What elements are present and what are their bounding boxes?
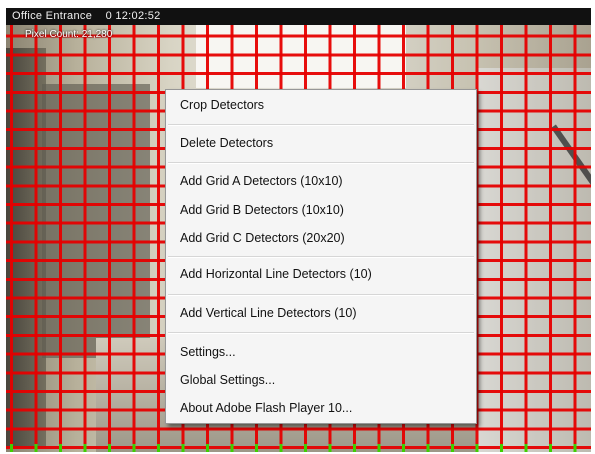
menu-item-global-settings[interactable]: Global Settings... — [180, 371, 275, 389]
camera-name: Office Entrance — [12, 10, 93, 22]
menu-item-add-vertical-lines[interactable]: Add Vertical Line Detectors (10) — [180, 304, 356, 322]
menu-item-settings[interactable]: Settings... — [180, 343, 236, 361]
menu-separator — [168, 256, 474, 258]
camera-title: Office Entrance 0 12:02:52 — [12, 10, 161, 22]
menu-item-add-horizontal-lines[interactable]: Add Horizontal Line Detectors (10) — [180, 265, 372, 283]
menu-item-delete-detectors[interactable]: Delete Detectors — [180, 134, 273, 152]
menu-separator — [168, 162, 474, 164]
detector-grid-bottom-marks — [6, 444, 591, 452]
menu-item-add-grid-b[interactable]: Add Grid B Detectors (10x10) — [180, 201, 344, 219]
menu-item-about-flash[interactable]: About Adobe Flash Player 10... — [180, 399, 352, 417]
context-menu: Crop Detectors Delete Detectors Add Grid… — [165, 89, 477, 424]
pixel-count-label: Pixel Count: 21,280 — [25, 29, 113, 40]
menu-separator — [168, 294, 474, 296]
menu-item-crop-detectors[interactable]: Crop Detectors — [180, 96, 264, 114]
menu-item-add-grid-a[interactable]: Add Grid A Detectors (10x10) — [180, 172, 343, 190]
camera-timestamp: 0 12:02:52 — [105, 10, 161, 22]
menu-item-add-grid-c[interactable]: Add Grid C Detectors (20x20) — [180, 229, 345, 247]
camera-viewer: Office Entrance 0 12:02:52 Pixel Count: … — [0, 0, 595, 454]
menu-separator — [168, 332, 474, 334]
menu-separator — [168, 124, 474, 126]
